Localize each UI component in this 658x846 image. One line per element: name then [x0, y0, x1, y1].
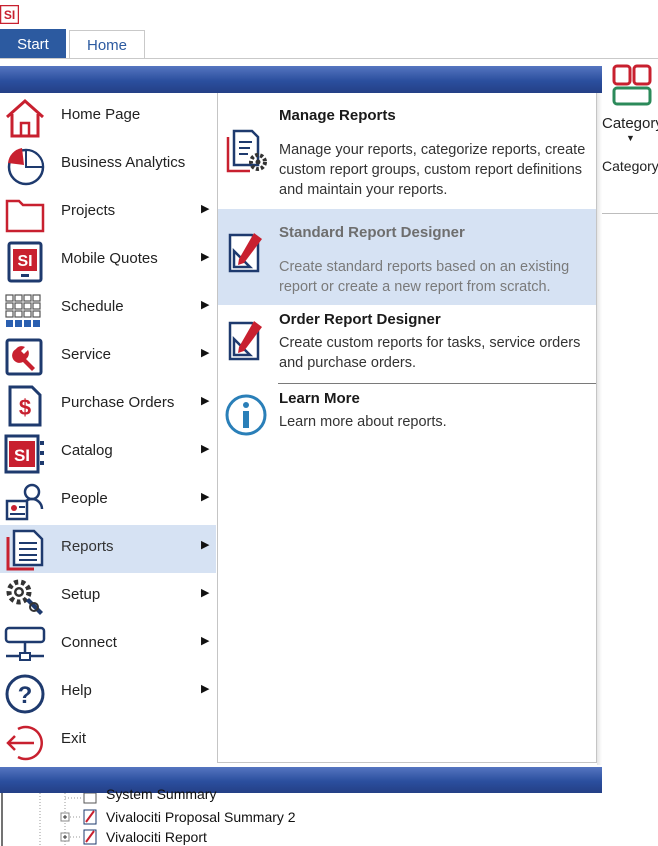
app-logo: SI — [0, 4, 20, 25]
home-icon — [6, 98, 44, 138]
submenu-item-title: Manage Reports — [279, 107, 396, 124]
menu-item-label: Connect — [61, 634, 117, 651]
submenu-item-title: Order Report Designer — [279, 311, 441, 328]
submenu-arrow-icon: ▶ — [201, 443, 210, 455]
menu-item-label: Service — [61, 346, 112, 363]
submenu-item-description: Create standard reports based on an exis… — [279, 259, 570, 295]
menu-item-label: Exit — [61, 730, 87, 747]
submenu-arrow-icon: ▶ — [201, 395, 210, 407]
reports-submenu-panel: Manage Reports Manage your reports, cate… — [217, 93, 597, 763]
menu-item-label: People — [61, 490, 108, 507]
submenu-item-title: Standard Report Designer — [279, 224, 465, 241]
wrench-icon — [5, 338, 43, 376]
svg-text:?: ? — [18, 682, 33, 709]
menu-item-reports[interactable]: Reports ▶ — [0, 525, 216, 573]
pie-chart-icon — [7, 148, 45, 186]
svg-text:SI: SI — [4, 8, 15, 22]
menu-item-people[interactable]: People ▶ — [0, 477, 216, 525]
menu-item-schedule[interactable]: Schedule ▶ — [0, 285, 216, 333]
network-icon — [4, 626, 46, 661]
category-button-label[interactable]: Category — [602, 115, 658, 132]
category-icon[interactable] — [612, 64, 654, 108]
submenu-item-learn-more[interactable]: Learn More Learn more about reports. — [218, 385, 596, 441]
tree-row[interactable]: System Summary — [106, 786, 216, 802]
menu-item-mobile-quotes[interactable]: SI Mobile Quotes ▶ — [0, 237, 216, 285]
menu-item-setup[interactable]: Setup ▶ — [0, 573, 216, 621]
si-catalog-icon: SI — [4, 434, 44, 474]
menu-shadow — [597, 93, 602, 765]
tree-row[interactable]: Vivalociti Proposal Summary 2 — [106, 809, 296, 825]
gears-icon — [6, 579, 43, 615]
submenu-item-description: Learn more about reports. — [279, 414, 447, 430]
submenu-arrow-icon: ▶ — [201, 635, 210, 647]
category-group-label: Category — [602, 158, 658, 174]
svg-text:$: $ — [19, 395, 31, 420]
menu-item-purchase-orders[interactable]: $ Purchase Orders ▶ — [0, 381, 216, 429]
submenu-item-manage-reports[interactable]: Manage Reports Manage your reports, cate… — [218, 93, 596, 209]
submenu-arrow-icon: ▶ — [201, 299, 210, 311]
folder-icon — [5, 199, 45, 233]
chevron-down-icon[interactable]: ▼ — [626, 133, 635, 143]
ribbon-divider — [0, 58, 658, 59]
info-icon — [225, 394, 267, 436]
submenu-item-description: Create custom reports for tasks, service… — [279, 335, 581, 371]
question-icon: ? — [5, 674, 45, 714]
calendar-grid-icon — [5, 294, 41, 327]
people-icon — [5, 483, 44, 521]
start-menu-footer — [0, 767, 602, 793]
submenu-arrow-icon: ▶ — [201, 683, 210, 695]
menu-item-connect[interactable]: Connect ▶ — [0, 621, 216, 669]
submenu-arrow-icon: ▶ — [201, 347, 210, 359]
report-tree: System Summary Vivalociti Proposal Summa… — [0, 786, 658, 846]
menu-item-label: Help — [61, 682, 92, 699]
menu-item-service[interactable]: Service ▶ — [0, 333, 216, 381]
svg-text:SI: SI — [17, 253, 32, 270]
report-document-icon — [6, 529, 44, 571]
menu-item-help[interactable]: ? Help ▶ — [0, 669, 216, 717]
submenu-item-order-report-designer[interactable]: Order Report Designer Create custom repo… — [218, 305, 596, 383]
menu-item-label: Projects — [61, 202, 116, 219]
submenu-item-description: Manage your reports, categorize reports,… — [279, 142, 586, 198]
submenu-item-standard-report-designer[interactable]: Standard Report Designer Create standard… — [218, 209, 596, 305]
menu-item-label: Purchase Orders — [61, 394, 175, 411]
report-designer-icon — [228, 233, 262, 273]
si-mobile-icon: SI — [7, 241, 43, 283]
menu-item-label: Setup — [61, 586, 101, 603]
manage-reports-icon — [226, 129, 267, 173]
menu-item-business-analytics[interactable]: Business Analytics — [0, 141, 216, 189]
menu-item-label: Reports — [61, 538, 114, 555]
tab-start[interactable]: Start — [0, 29, 66, 59]
menu-item-home-page[interactable]: Home Page — [0, 93, 216, 141]
submenu-arrow-icon: ▶ — [201, 251, 210, 263]
start-menu-list: Home Page Business Analytics Projects ▶ … — [0, 93, 216, 767]
submenu-arrow-icon: ▶ — [201, 491, 210, 503]
start-menu-header — [0, 66, 602, 93]
submenu-arrow-icon: ▶ — [201, 539, 210, 551]
submenu-arrow-icon: ▶ — [201, 587, 210, 599]
menu-item-exit[interactable]: Exit — [0, 717, 216, 765]
menu-item-label: Catalog — [61, 442, 113, 459]
ribbon-bottom-border — [598, 213, 658, 214]
menu-item-label: Schedule — [61, 298, 124, 315]
exit-icon — [6, 725, 43, 761]
tab-home[interactable]: Home — [69, 30, 145, 59]
tree-row[interactable]: Vivalociti Report — [106, 829, 207, 845]
submenu-item-title: Learn More — [279, 390, 360, 407]
menu-item-catalog[interactable]: SI Catalog ▶ — [0, 429, 216, 477]
menu-item-projects[interactable]: Projects ▶ — [0, 189, 216, 237]
menu-item-label: Mobile Quotes — [61, 250, 158, 267]
order-designer-icon — [228, 321, 262, 361]
menu-item-label: Home Page — [61, 106, 141, 123]
svg-text:SI: SI — [14, 446, 30, 465]
tree-lines — [1, 793, 97, 846]
submenu-divider — [278, 383, 596, 384]
dollar-document-icon: $ — [8, 385, 42, 427]
submenu-arrow-icon: ▶ — [201, 203, 210, 215]
menu-item-label: Business Analytics — [61, 154, 186, 171]
